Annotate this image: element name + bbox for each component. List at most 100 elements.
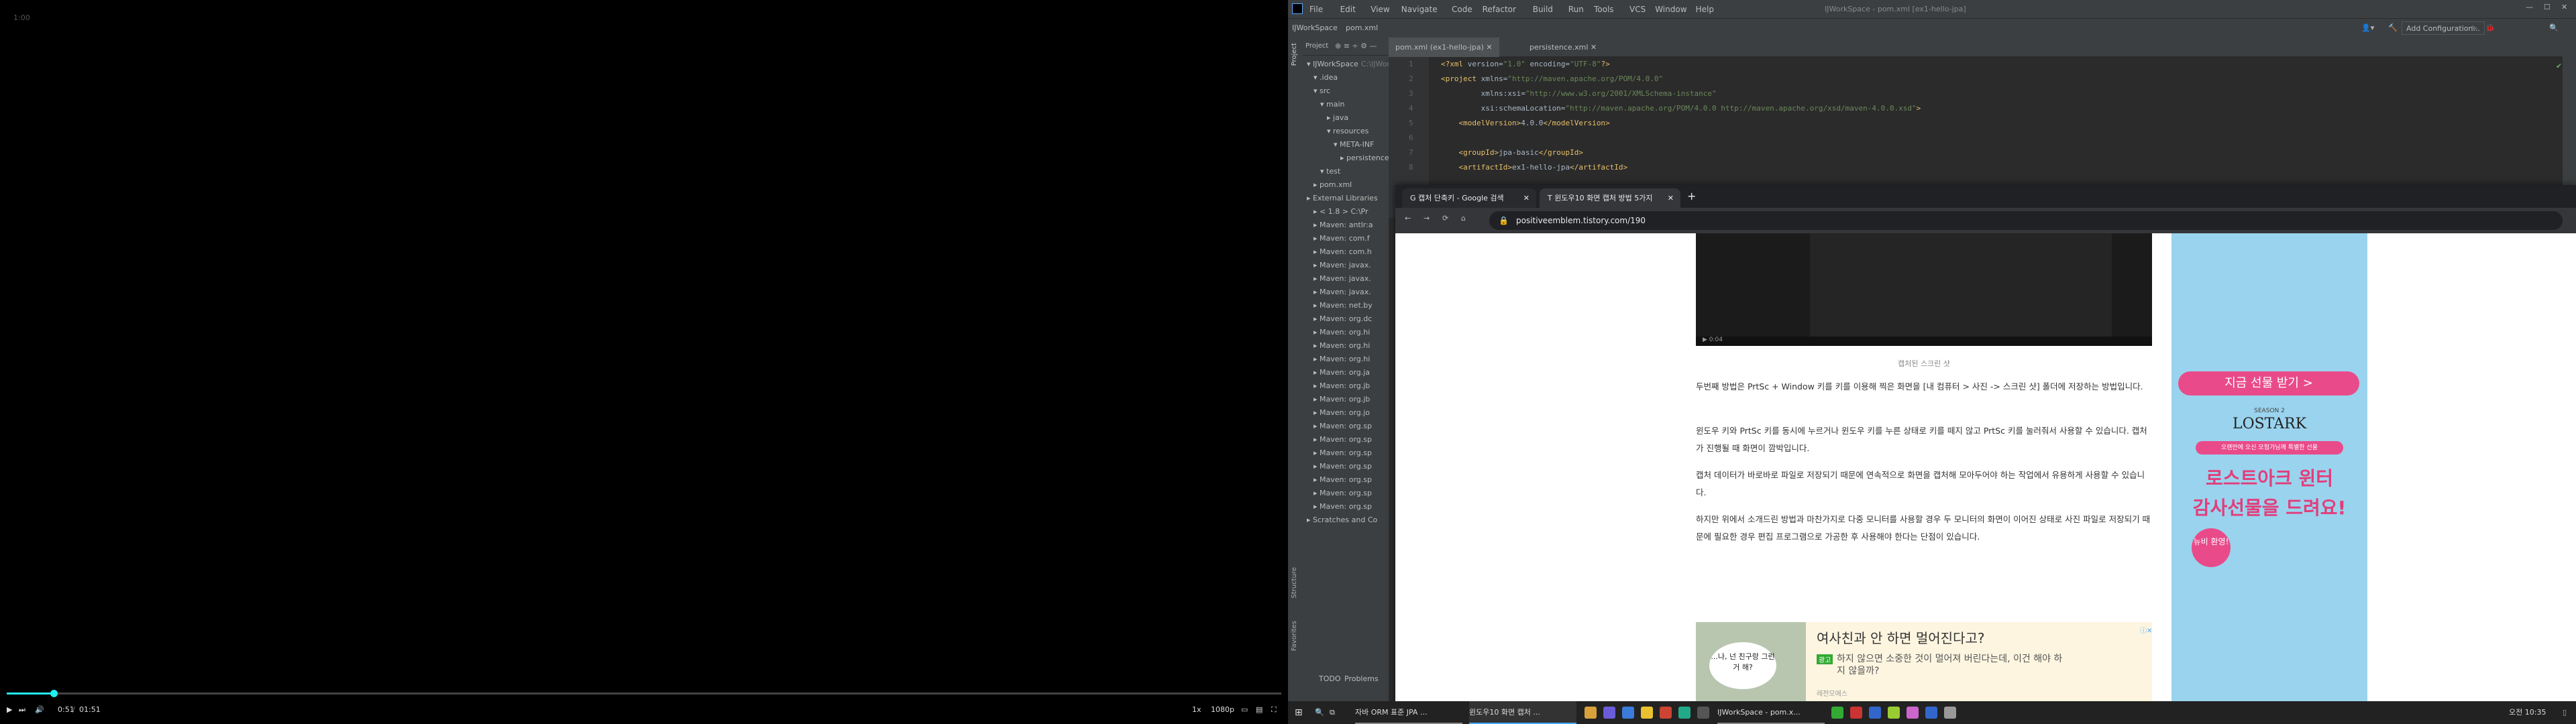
chevron-icon[interactable]: ▸ (1313, 435, 1320, 444)
debug-icon[interactable]: 🐞 (2485, 23, 2495, 32)
app-icon[interactable] (1869, 707, 1881, 719)
chevron-icon[interactable]: ▸ (1313, 368, 1320, 377)
theater-icon[interactable]: ▤ (1256, 701, 1263, 719)
chevron-icon[interactable]: ▾ (1313, 86, 1320, 95)
tree-item[interactable]: ▸ Maven: org.sp (1313, 487, 1372, 500)
video-seek-bar[interactable] (7, 692, 1281, 695)
tree-item[interactable]: ▸ Maven: javax. (1313, 272, 1371, 286)
chevron-icon[interactable]: ▸ (1313, 314, 1320, 323)
tree-item[interactable]: ▾ test (1320, 165, 1340, 178)
new-tab-icon[interactable]: + (1687, 190, 1696, 202)
breadcrumb-root[interactable]: IJWorkSpace (1292, 23, 1338, 32)
user-icon[interactable]: 👤▾ (2361, 23, 2374, 32)
tab-close-icon[interactable]: ✕ (1523, 188, 1529, 208)
project-tool-button[interactable]: Project (1291, 43, 1298, 66)
tree-item[interactable]: ▸ Maven: org.hi (1313, 326, 1370, 339)
chevron-icon[interactable]: ▸ (1313, 489, 1320, 497)
chevron-icon[interactable]: ▸ (1313, 274, 1320, 283)
tree-item[interactable]: ▸ Maven: org.sp (1313, 460, 1372, 473)
tree-item[interactable]: ▸ Maven: javax. (1313, 259, 1371, 272)
ad-choices-icon[interactable]: ⓘ✕ (2140, 625, 2152, 635)
taskbar-item-chrome-capture[interactable]: 윈도우10 화면 캡처 ... (1469, 701, 1576, 724)
chevron-icon[interactable]: ▸ (1313, 221, 1320, 229)
menu-code[interactable]: Code (1452, 5, 1472, 14)
app-icon[interactable] (1850, 707, 1862, 719)
chevron-icon[interactable]: ▸ (1327, 113, 1333, 122)
menu-vcs[interactable]: VCS (1629, 5, 1646, 14)
chevron-icon[interactable]: ▸ (1313, 462, 1320, 471)
project-view-dropdown[interactable]: Project (1305, 42, 1328, 50)
tree-item[interactable]: ▸ Maven: antlr:a (1313, 219, 1373, 232)
run-icon[interactable]: ▶ (2472, 23, 2477, 32)
file-explorer-icon[interactable] (1585, 707, 1597, 719)
task-view-icon[interactable]: ⧉ (1330, 701, 1335, 724)
editor-tab-persistence[interactable]: persistence.xml ✕ (1523, 38, 1603, 57)
tree-item[interactable]: ▸ Maven: org.sp (1313, 433, 1372, 446)
chevron-icon[interactable]: ▾ (1334, 140, 1340, 149)
tree-item[interactable]: ▸ Maven: com.h (1313, 245, 1372, 259)
chevron-icon[interactable]: ▸ (1313, 395, 1320, 404)
code-line[interactable]: <modelVersion>4.0.0</modelVersion> (1441, 116, 1610, 131)
speed-button[interactable]: 1x (1192, 701, 1201, 719)
tree-item[interactable]: ▸ Maven: org.sp (1313, 500, 1372, 514)
menu-file[interactable]: File (1309, 5, 1323, 14)
app-icon[interactable] (1907, 707, 1919, 719)
chevron-icon[interactable]: ▸ (1313, 234, 1320, 243)
chevron-icon[interactable]: ▸ (1313, 288, 1320, 296)
menu-window[interactable]: Window (1655, 5, 1686, 14)
tree-item[interactable]: ▾ META-INF (1334, 138, 1374, 152)
tree-item[interactable]: ▸ Scratches and Co (1307, 514, 1377, 527)
menu-run[interactable]: Run (1568, 5, 1584, 14)
close-icon[interactable]: ✕ (2561, 3, 2567, 11)
chevron-icon[interactable]: ▸ (1313, 381, 1320, 390)
tree-item[interactable]: ▸ pom.xml (1313, 178, 1352, 192)
code-line[interactable]: <artifactId>ex1-hello-jpa</artifactId> (1441, 160, 1628, 175)
tree-item[interactable]: ▸ java (1327, 111, 1348, 125)
tree-item[interactable]: ▸ Maven: org.sp (1313, 446, 1372, 460)
chevron-icon[interactable]: ▸ (1313, 301, 1320, 310)
chevron-icon[interactable]: ▸ (1313, 475, 1320, 484)
chevron-icon[interactable]: ▸ (1313, 341, 1320, 350)
code-line[interactable]: xmlns:xsi="http://www.w3.org/2001/XMLSch… (1441, 86, 1717, 101)
browser-tab-google[interactable]: G 캡처 단축키 - Google 검색 ✕ (1402, 188, 1536, 208)
chevron-icon[interactable]: ▸ (1313, 328, 1320, 337)
quality-button[interactable]: 1080p (1211, 701, 1234, 719)
app-icon[interactable] (1622, 707, 1634, 719)
menu-navigate[interactable]: Navigate (1401, 5, 1438, 14)
chevron-icon[interactable]: ▸ (1307, 516, 1313, 524)
app-icon[interactable] (1603, 707, 1615, 719)
play-icon[interactable]: ▶ (7, 701, 12, 719)
volume-icon[interactable]: 🔊 (35, 701, 44, 719)
tree-item[interactable]: ▸ Maven: org.jb (1313, 393, 1370, 406)
tree-item[interactable]: ▸ Maven: javax. (1313, 286, 1371, 299)
chevron-icon[interactable]: ▸ (1313, 422, 1320, 430)
code-line[interactable]: xsi:schemaLocation="http://maven.apache.… (1441, 101, 1921, 116)
tree-item[interactable]: ▸ Maven: org.hi (1313, 339, 1370, 353)
chevron-icon[interactable]: ▸ (1340, 154, 1346, 162)
breadcrumb-file[interactable]: pom.xml (1346, 23, 1378, 32)
app-icon[interactable] (1944, 707, 1956, 719)
chevron-icon[interactable]: ▸ (1313, 207, 1320, 216)
structure-tool-button[interactable]: Structure (1291, 567, 1298, 599)
chevron-icon[interactable]: ▸ (1313, 180, 1320, 189)
app-icon[interactable] (1641, 707, 1653, 719)
chevron-icon[interactable]: ▾ (1320, 167, 1326, 176)
forward-icon[interactable]: → (1424, 214, 1430, 223)
chevron-icon[interactable]: ▸ (1313, 502, 1320, 511)
chevron-icon[interactable]: ▸ (1313, 408, 1320, 417)
editor-tab-pom[interactable]: pom.xml (ex1-hello-jpa) ✕ (1389, 38, 1499, 57)
taskbar-item-intellij[interactable]: IJWorkSpace - pom.x... (1717, 701, 1825, 724)
tree-item[interactable]: ▸ Maven: org.hi (1313, 353, 1370, 366)
menu-help[interactable]: Help (1696, 5, 1714, 14)
code-editor[interactable]: pom.xml (ex1-hello-jpa) ✕ persistence.xm… (1389, 38, 2576, 218)
tree-item[interactable]: ▸ Maven: net.by (1313, 299, 1373, 312)
back-icon[interactable]: ← (1405, 214, 1411, 223)
maximize-icon[interactable]: ☐ (2544, 3, 2551, 11)
favorites-tool-button[interactable]: Favorites (1291, 621, 1298, 651)
code-line[interactable]: <groupId>jpa-basic</groupId> (1441, 145, 1583, 160)
tree-item[interactable]: ▸ persistence.x (1340, 152, 1396, 165)
side-ad[interactable]: 지금 선물 받기 > SEASON 2 LOSTARK 오랜만에 오신 모험가님… (2171, 233, 2367, 708)
tree-item[interactable]: ▸ Maven: org.sp (1313, 473, 1372, 487)
reload-icon[interactable]: ⟳ (1442, 214, 1448, 223)
chevron-icon[interactable]: ▸ (1313, 448, 1320, 457)
